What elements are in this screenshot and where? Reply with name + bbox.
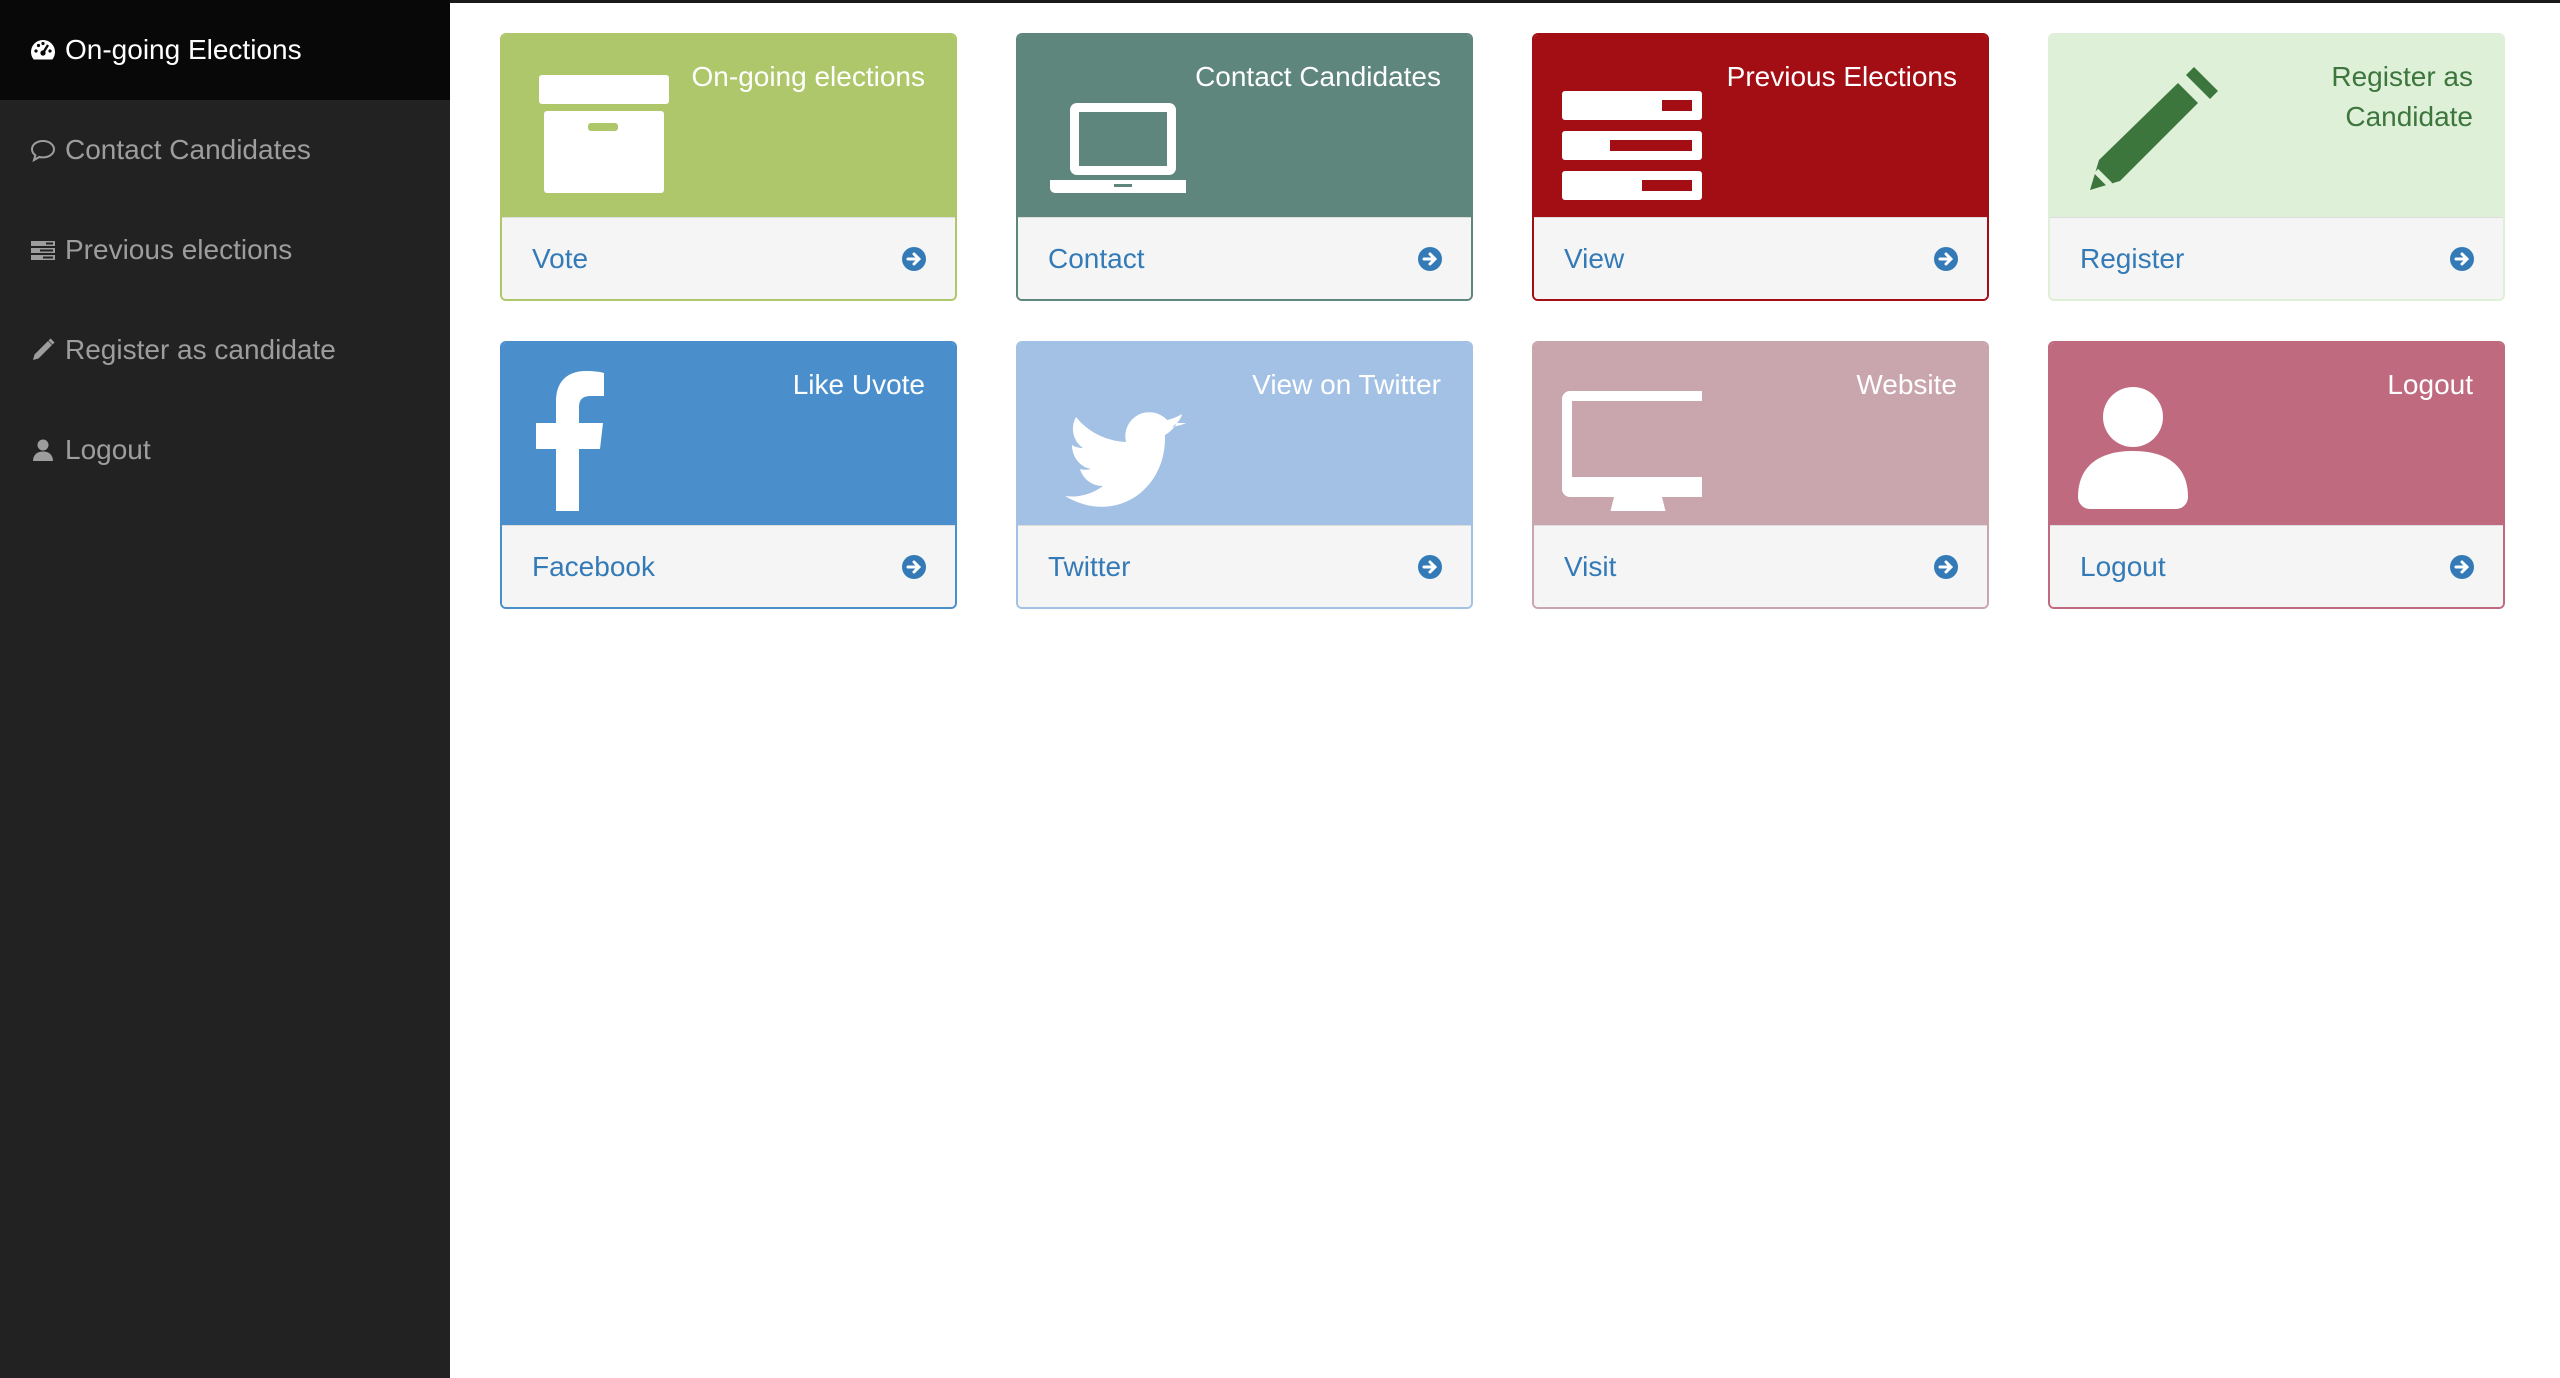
sidebar-item-ongoing-elections[interactable]: On-going Elections	[0, 0, 450, 100]
sidebar-item-label: On-going Elections	[65, 34, 302, 65]
arrow-circle-right-icon	[1933, 246, 1959, 272]
arrow-circle-right-icon	[2449, 554, 2475, 580]
view-link[interactable]: View	[1534, 217, 1987, 299]
logout-link[interactable]: Logout	[2050, 525, 2503, 607]
register-link[interactable]: Register	[2050, 217, 2503, 299]
panel-heading: Logout	[2050, 343, 2503, 525]
sidebar-item-logout[interactable]: Logout	[0, 400, 450, 500]
sidebar-item-label: Previous elections	[65, 234, 293, 265]
twitter-icon	[1046, 371, 1186, 511]
panel-register-as-candidate: Register as Candidate Register	[2048, 33, 2505, 301]
sidebar-item-label: Register as candidate	[65, 334, 336, 365]
panel-heading: Contact Candidates	[1018, 35, 1471, 217]
panel-title: Contact Candidates	[1195, 61, 1441, 92]
panel-link-label: Twitter	[1048, 550, 1131, 582]
panel-ongoing-elections: On-going elections Vote	[500, 33, 957, 301]
laptop-icon	[1046, 63, 1197, 203]
desktop-icon	[1562, 371, 1714, 513]
sidebar-item-previous-elections[interactable]: Previous elections	[0, 200, 450, 300]
panel-title: Website	[1856, 369, 1957, 400]
tasks-icon	[1562, 63, 1702, 203]
panel-heading: View on Twitter	[1018, 343, 1471, 525]
panel-logout: Logout Logout	[2048, 341, 2505, 609]
panel-heading: Website	[1534, 343, 1987, 525]
user-icon	[2078, 371, 2218, 511]
arrow-circle-right-icon	[1933, 554, 1959, 580]
arrow-circle-right-icon	[901, 554, 927, 580]
sidebar-item-label: Logout	[65, 434, 151, 465]
panel-heading: Register as Candidate	[2050, 35, 2503, 217]
panel-title: Previous Elections	[1726, 61, 1957, 92]
contact-link[interactable]: Contact	[1018, 217, 1471, 299]
comment-icon	[29, 136, 57, 164]
sidebar-item-register-as-candidate[interactable]: Register as candidate	[0, 300, 450, 400]
dashboard-icon	[29, 36, 57, 64]
panel-link-label: Contact	[1048, 242, 1145, 274]
panel-title: View on Twitter	[1252, 369, 1441, 400]
panel-title: Like Uvote	[792, 369, 925, 400]
panel-view-on-twitter: View on Twitter Twitter	[1016, 341, 1473, 609]
sidebar-item-label: Contact Candidates	[65, 134, 311, 165]
pencil-icon	[2078, 63, 2218, 203]
panel-contact-candidates: Contact Candidates Contact	[1016, 33, 1473, 301]
panel-title: On-going elections	[691, 61, 925, 92]
panel-heading: Like Uvote	[502, 343, 955, 525]
arrow-circle-right-icon	[1417, 246, 1443, 272]
arrow-circle-right-icon	[1417, 554, 1443, 580]
panel-heading: On-going elections	[502, 35, 955, 217]
arrow-circle-right-icon	[901, 246, 927, 272]
panel-like-uvote: Like Uvote Facebook	[500, 341, 957, 609]
pencil-icon	[29, 336, 57, 364]
facebook-icon	[530, 371, 670, 511]
panel-link-label: Vote	[532, 242, 589, 274]
panel-link-label: Register	[2080, 242, 2185, 274]
sidebar-item-contact-candidates[interactable]: Contact Candidates	[0, 100, 450, 200]
visit-link[interactable]: Visit	[1534, 525, 1987, 607]
panel-title: Logout	[2387, 369, 2473, 400]
panel-link-label: Facebook	[532, 550, 655, 582]
archive-icon	[530, 63, 670, 203]
sidebar: On-going Elections Contact Candidates Pr…	[0, 0, 450, 1378]
panel-link-label: View	[1564, 242, 1625, 274]
panel-link-label: Logout	[2080, 550, 2166, 582]
panel-title: Register as Candidate	[2331, 61, 2473, 132]
vote-link[interactable]: Vote	[502, 217, 955, 299]
panel-previous-elections: Previous Elections View	[1532, 33, 1989, 301]
panel-website: Website Visit	[1532, 341, 1989, 609]
twitter-link[interactable]: Twitter	[1018, 525, 1471, 607]
list-icon	[29, 236, 57, 264]
user-icon	[29, 436, 57, 464]
arrow-circle-right-icon	[2449, 246, 2475, 272]
panel-heading: Previous Elections	[1534, 35, 1987, 217]
panel-link-label: Visit	[1564, 550, 1617, 582]
facebook-link[interactable]: Facebook	[502, 525, 955, 607]
